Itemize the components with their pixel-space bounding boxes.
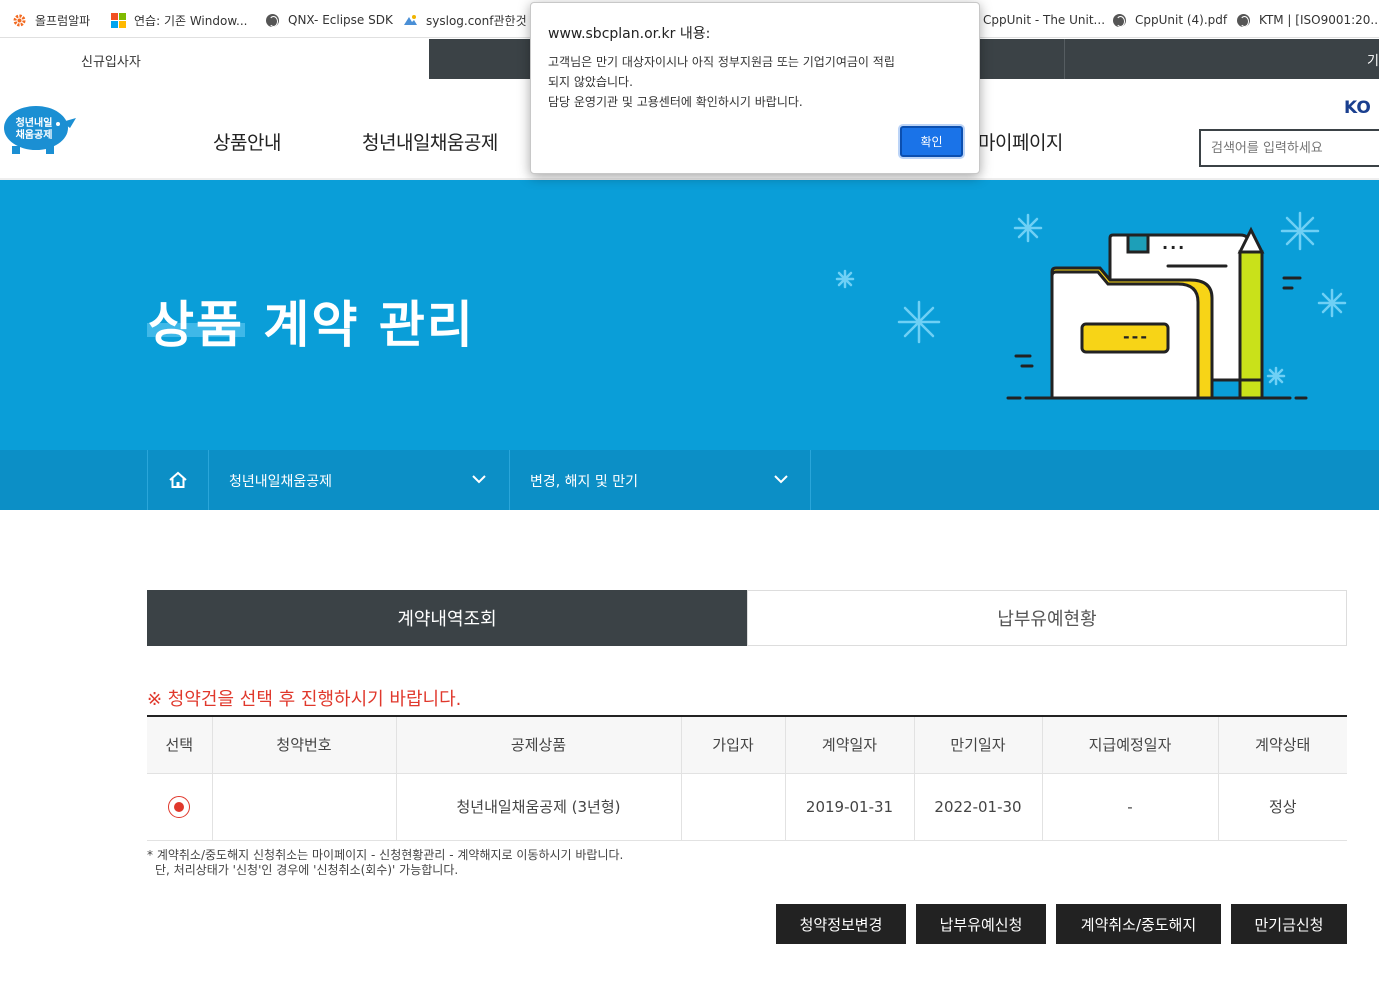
location-bar: 청년내일채움공제 변경, 해지 및 만기 [0,450,1379,510]
col-header-subscriber: 가입자 [680,716,785,774]
breadcrumb-level2-dropdown[interactable]: 변경, 해지 및 만기 [510,450,810,510]
search-input[interactable] [1199,129,1379,167]
bookmark-label: 연습: 기존 Window... [134,13,248,28]
bookmark-label: 올프럼알파 [35,13,91,28]
change-application-info-button[interactable]: 청약정보변경 [776,904,906,944]
dialog-message-line: 되지 않았습니다. [548,75,633,89]
top-strip-left: 신규입사자 [0,39,429,79]
maturity-payment-request-button[interactable]: 만기금신청 [1231,904,1347,944]
globe-icon [1236,13,1251,28]
site-logo[interactable]: 청년내일 채움공제 [0,100,80,158]
globe-icon [1112,13,1127,28]
brand-cut-logo: KO [1344,98,1371,118]
status-cell: 정상 [1217,773,1347,841]
hero-banner: --- ... 상품 계약 관리 [0,180,1379,450]
col-header-application-no: 청약번호 [211,716,396,774]
subscriber-cell [680,773,785,841]
bookmark-item[interactable]: CppUnit - The Unit... [983,11,1105,29]
dialog-ok-button[interactable]: 확인 [900,126,963,157]
col-header-maturity-date: 만기일자 [913,716,1042,774]
strip-divider [1064,39,1065,79]
bookmark-label: syslog.conf관한것 [426,13,527,28]
logo-text: 청년내일 채움공제 [15,118,53,141]
breadcrumb-level2-label: 변경, 해지 및 만기 [530,474,638,490]
tab-contract-history[interactable]: 계약내역조회 [147,590,747,646]
globe-icon [265,13,280,28]
breadcrumb-level1-label: 청년내일채움공제 [229,474,333,490]
bookmark-label: KTM | [ISO9001:20... [1259,13,1379,27]
col-header-product: 공제상품 [395,716,681,774]
top-strip-cut-label[interactable]: 기 [1367,50,1379,69]
dialog-message-line: 고객님은 만기 대상자이시나 아직 정부지원금 또는 기업기여금이 적립 [548,55,895,69]
col-header-contract-date: 계약일자 [784,716,914,774]
dialog-message-line: 담당 운영기관 및 고용센터에 확인하시기 바랍니다. [548,95,803,109]
loc-divider [810,450,811,510]
windows-logo-icon [111,12,126,28]
contract-cancel-termination-button[interactable]: 계약취소/중도해지 [1056,904,1221,944]
bookmark-item[interactable]: 올프럼알파 [12,11,90,29]
col-header-status: 계약상태 [1217,716,1347,774]
nav-mypage[interactable]: 마이페이지 [978,128,1063,155]
page-icon [403,13,418,28]
bookmark-item[interactable]: CppUnit (4).pdf [1112,11,1227,29]
nav-product-info[interactable]: 상품안내 [213,128,281,155]
contract-date-cell: 2019-01-31 [784,773,914,841]
col-header-select: 선택 [147,716,212,774]
paper-dots: ... [1162,234,1187,253]
payment-date-cell: - [1041,773,1218,841]
col-header-payment-date: 지급예정일자 [1041,716,1218,774]
table-header-row: 선택 청약번호 공제상품 가입자 계약일자 만기일자 지급예정일자 계약상태 [147,716,1347,774]
page-title: 상품 계약 관리 [148,296,475,354]
product-cell: 청년내일채움공제 (3년형) [395,773,681,841]
footnote-line-2: 단, 처리상태가 '신청'인 경우에 '신청취소(회수)' 가능합니다. [155,863,459,877]
new-employee-link[interactable]: 신규입사자 [81,51,141,70]
tab-payment-deferral-status[interactable]: 납부유예현황 [747,590,1347,646]
maturity-date-cell: 2022-01-30 [913,773,1042,841]
nav-youth-savings[interactable]: 청년내일채움공제 [362,128,498,155]
dialog-title: www.sbcplan.or.kr 내용: [548,26,711,42]
bookmark-item[interactable]: QNX- Eclipse SDK [265,11,393,29]
chevron-down-icon [774,475,788,484]
folder-card-dots: --- [1123,327,1149,346]
selection-notice: ※ 청약건을 선택 후 진행하시기 바랍니다. [147,689,462,710]
chevron-down-icon [472,475,486,484]
bookmark-label: CppUnit (4).pdf [1135,13,1228,27]
bookmark-item[interactable]: 연습: 기존 Window... [111,11,248,29]
bookmark-label: QNX- Eclipse SDK [288,13,393,27]
home-button[interactable] [148,450,208,510]
alert-dialog: www.sbcplan.or.kr 내용: 고객님은 만기 대상자이시나 아직 … [530,2,980,174]
bookmark-label: CppUnit - The Unit... [983,13,1106,27]
payment-deferral-request-button[interactable]: 납부유예신청 [916,904,1046,944]
bookmark-item[interactable]: KTM | [ISO9001:20... [1236,11,1379,29]
row-select-cell [147,773,212,841]
row-select-radio[interactable] [168,795,191,818]
application-no-cell [211,773,396,841]
table-row[interactable]: 청년내일채움공제 (3년형) 2019-01-31 2022-01-30 - 정… [147,773,1347,841]
breadcrumb-level1-dropdown[interactable]: 청년내일채움공제 [209,450,509,510]
home-icon [169,471,187,488]
gear-orange-icon [12,13,27,28]
contract-table: 선택 청약번호 공제상품 가입자 계약일자 만기일자 지급예정일자 계약상태 청… [147,715,1347,841]
bookmark-item[interactable]: syslog.conf관한것 [403,11,527,29]
